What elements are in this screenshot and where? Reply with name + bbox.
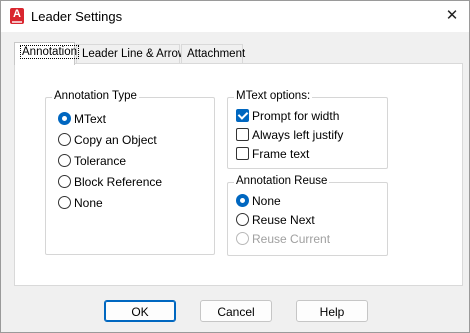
radio-copy-an-object-label: Copy an Object [74, 133, 157, 147]
radio-copy-an-object-indicator[interactable] [58, 133, 71, 147]
cancel-button[interactable]: Cancel [200, 300, 272, 322]
annotation-type-group: Annotation Type MText Copy an Object Tol… [45, 90, 215, 255]
radio-mtext-label: MText [74, 112, 107, 126]
radio-reuse-none-indicator[interactable] [236, 194, 249, 208]
radio-copy-an-object[interactable]: Copy an Object [58, 133, 157, 149]
tab-attachment[interactable]: Attachment [181, 44, 246, 64]
tab-leader-line-arrow-label: Leader Line & Arrow [82, 48, 187, 60]
ok-button[interactable]: OK [104, 300, 176, 322]
autocad-app-icon: A [10, 8, 24, 24]
tab-annotation-label: Annotation [20, 45, 79, 59]
radio-reuse-current-indicator [236, 232, 249, 246]
checkbox-prompt-for-width-label: Prompt for width [252, 109, 340, 123]
radio-none-label: None [74, 196, 103, 210]
radio-reuse-none-label: None [252, 194, 281, 208]
checkbox-prompt-for-width-box[interactable] [236, 109, 249, 123]
dialog-title: Leader Settings [31, 9, 123, 24]
annotation-reuse-group: Annotation Reuse None Reuse Next Reuse C… [227, 175, 388, 256]
radio-none-indicator[interactable] [58, 196, 71, 210]
radio-reuse-none[interactable]: None [236, 194, 281, 210]
checkbox-always-left-justify-label: Always left justify [252, 128, 344, 142]
radio-reuse-next[interactable]: Reuse Next [236, 213, 315, 229]
checkbox-always-left-justify[interactable]: Always left justify [236, 128, 343, 144]
title-bar[interactable]: A Leader Settings ✕ [1, 1, 469, 32]
radio-block-reference[interactable]: Block Reference [58, 175, 162, 191]
radio-reuse-next-indicator[interactable] [236, 213, 249, 227]
annotation-reuse-legend: Annotation Reuse [234, 175, 330, 187]
checkbox-frame-text-box[interactable] [236, 147, 249, 161]
mtext-options-legend: MText options: [234, 90, 313, 102]
radio-none[interactable]: None [58, 196, 103, 212]
radio-reuse-current-label: Reuse Current [252, 232, 331, 246]
radio-mtext-indicator[interactable] [58, 112, 71, 126]
radio-mtext[interactable]: MText [58, 112, 106, 128]
checkbox-frame-text-label: Frame text [252, 147, 310, 161]
radio-block-reference-label: Block Reference [74, 175, 163, 189]
tab-leader-line-arrow[interactable]: Leader Line & Arrow [76, 44, 186, 64]
radio-tolerance-label: Tolerance [74, 154, 127, 168]
radio-tolerance[interactable]: Tolerance [58, 154, 126, 170]
annotation-tab-panel: Annotation Type MText Copy an Object Tol… [14, 63, 463, 286]
checkbox-prompt-for-width[interactable]: Prompt for width [236, 109, 339, 125]
tab-attachment-label: Attachment [187, 48, 246, 60]
help-button[interactable]: Help [296, 300, 368, 322]
radio-reuse-current: Reuse Current [236, 232, 330, 248]
checkbox-always-left-justify-box[interactable] [236, 128, 249, 142]
mtext-options-group: MText options: Prompt for width Always l… [227, 90, 388, 169]
radio-tolerance-indicator[interactable] [58, 154, 71, 168]
radio-block-reference-indicator[interactable] [58, 175, 71, 189]
leader-settings-dialog: A Leader Settings ✕ Annotation Leader Li… [0, 0, 470, 333]
tab-annotation[interactable]: Annotation [14, 42, 79, 65]
checkbox-frame-text[interactable]: Frame text [236, 147, 309, 163]
close-icon[interactable]: ✕ [441, 6, 463, 26]
annotation-type-legend: Annotation Type [52, 90, 139, 102]
radio-reuse-next-label: Reuse Next [252, 213, 315, 227]
